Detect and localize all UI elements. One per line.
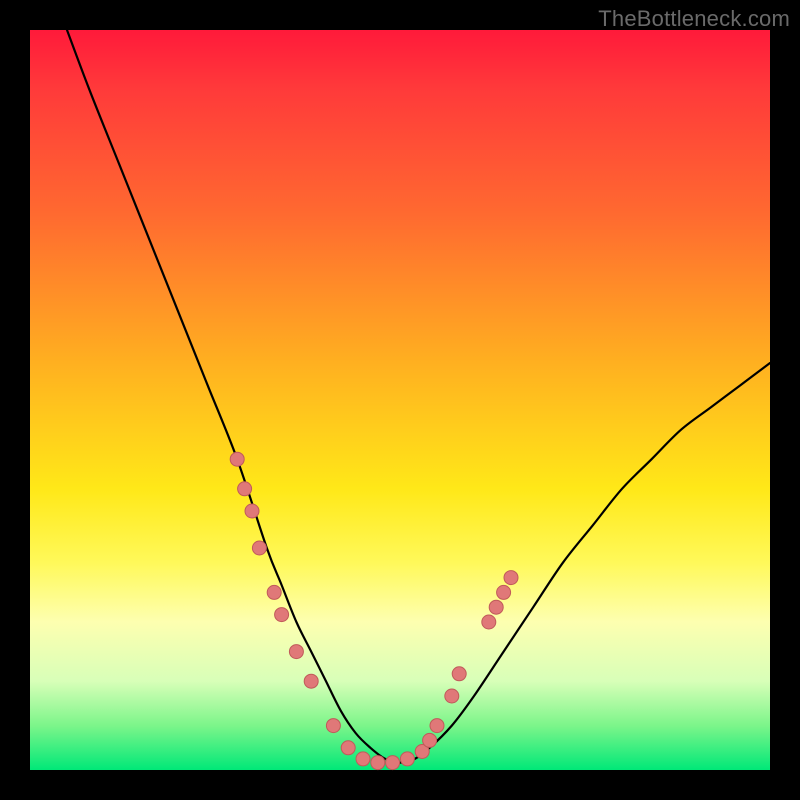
data-marker [267, 585, 281, 599]
data-marker [356, 752, 370, 766]
bottleneck-curve [67, 30, 770, 763]
data-marker [275, 608, 289, 622]
chart-svg [30, 30, 770, 770]
data-marker [400, 752, 414, 766]
data-marker [252, 541, 266, 555]
data-marker [326, 719, 340, 733]
data-marker [386, 756, 400, 770]
data-marker [304, 674, 318, 688]
data-marker [445, 689, 459, 703]
data-marker [482, 615, 496, 629]
data-marker [341, 741, 355, 755]
data-marker [497, 585, 511, 599]
watermark-text: TheBottleneck.com [598, 6, 790, 32]
data-marker [430, 719, 444, 733]
data-marker [504, 571, 518, 585]
data-marker [289, 645, 303, 659]
data-marker [452, 667, 466, 681]
data-marker [245, 504, 259, 518]
data-marker [371, 756, 385, 770]
marker-group [230, 452, 518, 769]
data-marker [230, 452, 244, 466]
data-marker [238, 482, 252, 496]
data-marker [423, 733, 437, 747]
data-marker [489, 600, 503, 614]
